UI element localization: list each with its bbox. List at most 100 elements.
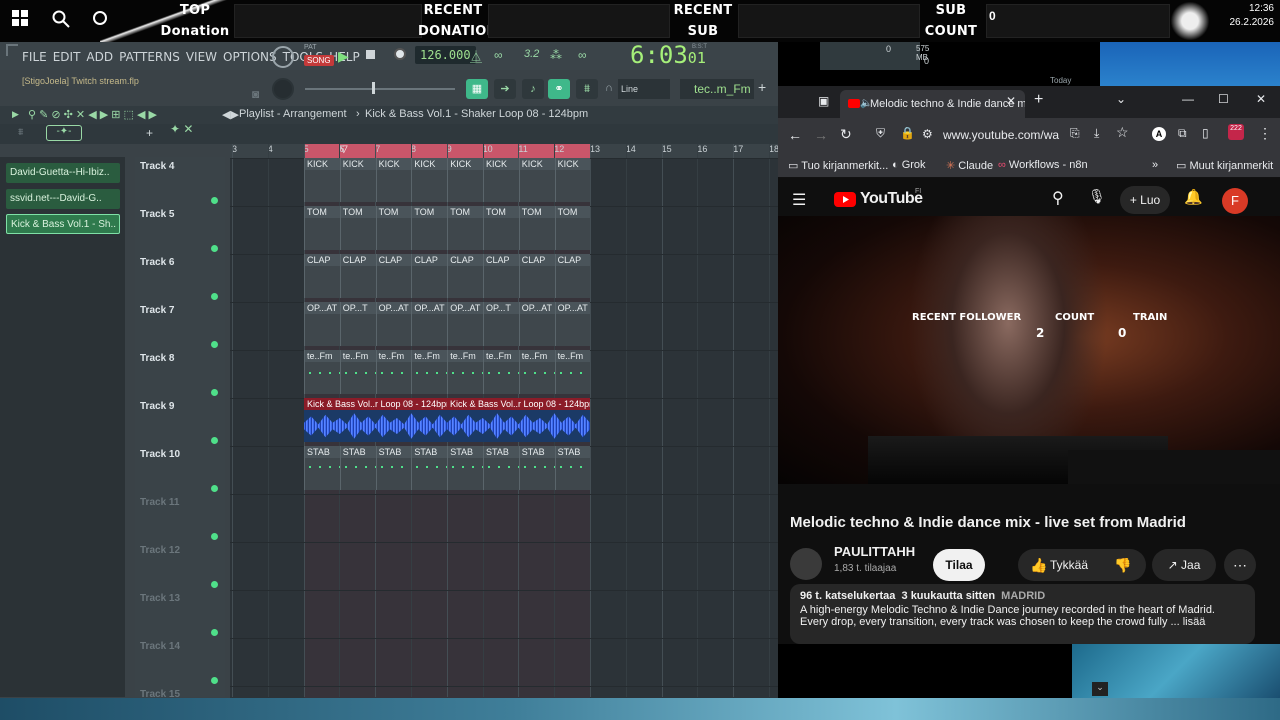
maximize-button[interactable]: ☐ <box>1218 92 1229 106</box>
pattern-clip[interactable]: te..Fm <box>447 350 483 394</box>
wait-input-icon[interactable]: ∞ <box>494 48 503 62</box>
pattern-clip[interactable]: CLAP <box>304 254 340 298</box>
bookmark-star-icon[interactable]: ☆ <box>1116 124 1129 141</box>
main-slider[interactable] <box>305 88 455 90</box>
step-edit-icon[interactable]: ⁂ <box>550 48 562 62</box>
pattern-clip[interactable]: STAB <box>483 446 519 490</box>
pattern-clip[interactable]: TOM <box>411 206 448 250</box>
pattern-clip[interactable]: KICK <box>304 158 340 202</box>
record-button[interactable] <box>394 48 406 60</box>
browser-item-selected[interactable]: Kick & Bass Vol.1 - Sh.. <box>6 214 120 234</box>
youtube-logo-text[interactable]: YouTube <box>860 190 923 208</box>
pat-label[interactable]: PAT <box>304 44 317 51</box>
other-bookmarks[interactable]: ▭ Muut kirjanmerkit <box>1176 159 1273 172</box>
like-icon[interactable]: 👍 <box>1030 549 1047 581</box>
track-mute-led[interactable] <box>211 533 218 540</box>
side-panel-icon[interactable]: ▯ <box>1202 126 1209 140</box>
description-box[interactable]: 96 t. katselukertaa 3 kuukautta sitten M… <box>790 584 1255 644</box>
reload-button[interactable]: ↻ <box>840 126 852 143</box>
track-mute-led[interactable] <box>211 581 218 588</box>
browser-mode-button[interactable]: -✦- <box>46 125 82 141</box>
bookmark-claude[interactable]: ✳ Claude <box>946 159 993 172</box>
pattern-clip[interactable]: STAB <box>304 446 340 490</box>
new-tab-button[interactable]: + <box>1034 91 1043 109</box>
download-icon[interactable]: ⤓ <box>1094 126 1099 141</box>
pattern-clip[interactable]: KICK <box>411 158 448 202</box>
countdown-icon[interactable]: 3.2 <box>524 48 539 60</box>
pattern-clip[interactable]: KICK <box>447 158 483 202</box>
track-mute-led[interactable] <box>211 293 218 300</box>
track-label[interactable]: Track 5 <box>140 209 174 220</box>
stop-button[interactable] <box>366 50 375 59</box>
track-label[interactable]: Track 10 <box>140 449 180 460</box>
snap-magnet-icon[interactable]: ∩ <box>605 82 613 94</box>
pattern-clip[interactable]: STAB <box>447 446 483 490</box>
search-icon[interactable]: ⚲ <box>1052 188 1064 208</box>
master-volume-knob[interactable] <box>272 46 294 68</box>
pattern-clip[interactable]: te..Fm <box>339 350 376 394</box>
play-button[interactable]: ▶ <box>338 48 349 65</box>
pattern-clip[interactable]: OP...AT <box>411 302 448 346</box>
forward-button[interactable]: → <box>814 127 828 143</box>
bookmark-n8n[interactable]: ∞ Workflows - n8n <box>998 159 1088 171</box>
minimize-button[interactable]: — <box>1182 92 1194 106</box>
lock-icon[interactable]: 🔒 <box>900 126 915 140</box>
menu-add[interactable]: ADD <box>86 50 113 64</box>
site-settings-icon[interactable]: ⚙ <box>922 127 933 141</box>
pattern-clip[interactable]: OP...AT <box>554 302 591 346</box>
pattern-clip[interactable]: CLAP <box>411 254 448 298</box>
pattern-clip[interactable]: TOM <box>447 206 483 250</box>
playlist-arrow-icon[interactable]: ▶ <box>12 109 19 120</box>
browser-button[interactable]: ⚭ <box>548 79 570 99</box>
pattern-clip[interactable]: te..Fm <box>304 350 340 394</box>
video-player[interactable]: RECENT FOLLOWER COUNT TRAIN 2 0 <box>778 216 1280 484</box>
track-mute-led[interactable] <box>211 485 218 492</box>
hamburger-menu-icon[interactable]: ☰ <box>792 190 806 210</box>
create-button[interactable]: + Luo <box>1120 186 1170 214</box>
track-mute-led[interactable] <box>211 437 218 444</box>
back-button[interactable]: ← <box>788 127 802 143</box>
pattern-clip[interactable]: CLAP <box>483 254 519 298</box>
windows-start-icon[interactable] <box>12 10 28 31</box>
pattern-clip[interactable]: STAB <box>375 446 412 490</box>
bookmark-grok[interactable]: ◐ Grok <box>892 159 926 171</box>
track-tools-icon[interactable]: ✦ ✕ <box>170 122 193 136</box>
pattern-clip[interactable]: KICK <box>375 158 412 202</box>
track-mute-led[interactable] <box>211 389 218 396</box>
tempo-display[interactable]: 126.000 <box>415 46 476 64</box>
track-label[interactable]: Track 8 <box>140 353 174 364</box>
system-clock[interactable]: 12:36 26.2.2026 <box>1230 2 1275 30</box>
channel-name[interactable]: PAULITTAHH <box>834 544 915 559</box>
pattern-clip[interactable]: OP...T <box>483 302 519 346</box>
track-mute-led[interactable] <box>211 341 218 348</box>
main-slider-handle[interactable] <box>372 82 375 94</box>
track-label[interactable]: Track 6 <box>140 257 174 268</box>
bookmark-import[interactable]: ▭ Tuo kirjanmerkit... <box>788 159 888 172</box>
share-button[interactable]: ↗ Jaa <box>1152 549 1216 581</box>
pattern-clip[interactable]: KICK <box>483 158 519 202</box>
install-app-icon[interactable]: ⎘ <box>1070 126 1080 141</box>
notifications-bell-icon[interactable]: 🔔 <box>1184 188 1203 206</box>
pattern-clip[interactable]: OP...AT <box>518 302 555 346</box>
pattern-clip[interactable]: te..Fm <box>554 350 591 394</box>
pattern-clip[interactable]: te..Fm <box>411 350 448 394</box>
pattern-clip[interactable]: OP...AT <box>304 302 340 346</box>
browser-ctrl-icon[interactable]: ⩩ <box>18 127 23 138</box>
tab-groups-icon[interactable]: ▣ <box>818 94 829 108</box>
playlist-button[interactable]: ▦ <box>466 79 488 99</box>
track-label[interactable]: Track 14 <box>140 641 180 652</box>
channel-rack-button[interactable]: ➔ <box>494 79 516 99</box>
menu-edit[interactable]: EDIT <box>53 50 81 64</box>
chrome-menu-button[interactable]: ⋮ <box>1258 125 1272 142</box>
pattern-clip[interactable]: CLAP <box>518 254 555 298</box>
browser-item[interactable]: ssvid.net---David-G.. <box>6 189 120 209</box>
track-label[interactable]: Track 13 <box>140 593 180 604</box>
dislike-icon[interactable]: 👎 <box>1114 549 1131 581</box>
pattern-clip[interactable]: OP...T <box>339 302 376 346</box>
tab-close-icon[interactable]: ✕ <box>1006 94 1016 108</box>
pattern-clip[interactable]: STAB <box>518 446 555 490</box>
pattern-clip[interactable]: TOM <box>375 206 412 250</box>
audio-clip[interactable]: Kick & Bass Vol..r Loop 08 - 124bpm <box>304 398 447 442</box>
track-mute-led[interactable] <box>211 197 218 204</box>
like-label[interactable]: Tykkää <box>1050 549 1088 581</box>
